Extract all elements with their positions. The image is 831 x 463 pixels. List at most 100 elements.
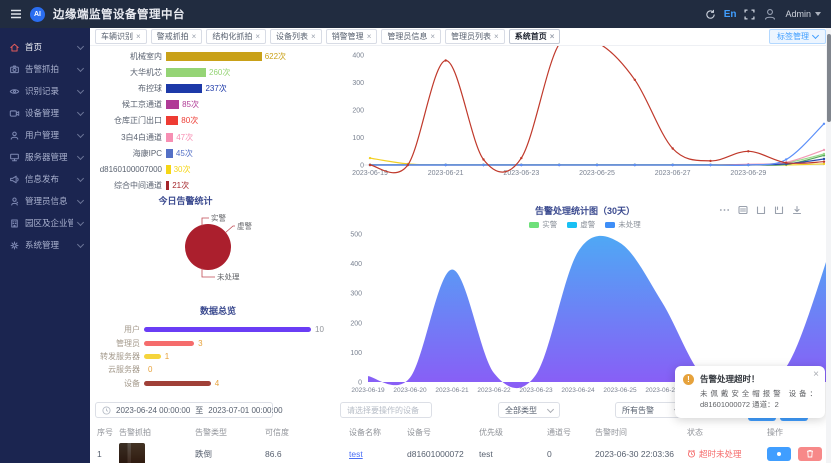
dataview-icon[interactable]	[738, 205, 748, 215]
close-icon[interactable]: ×	[192, 33, 197, 41]
fullscreen-icon[interactable]	[744, 9, 755, 20]
chevron-down-icon	[77, 86, 84, 93]
tab-6[interactable]: 管理员列表 ×	[445, 29, 505, 44]
refresh-icon[interactable]	[705, 9, 716, 20]
bar-row[interactable]: 机械室内 622次	[94, 48, 336, 64]
sidebar-item-7[interactable]: 管理员信息	[0, 190, 90, 212]
download-icon[interactable]	[792, 205, 802, 215]
close-icon[interactable]: ×	[430, 33, 435, 41]
bar-category-label: 大华机芯	[94, 67, 166, 78]
sidebar-item-label: 服务器管理	[25, 151, 73, 163]
bar	[166, 68, 206, 77]
bar-row[interactable]: 海康IPC 45次	[94, 145, 336, 161]
sidebar-item-0[interactable]: 首页	[0, 36, 90, 58]
alarm-type: 跌倒	[193, 441, 263, 463]
device-select-input[interactable]: 请选择要操作的设备	[340, 402, 432, 418]
sidebar-item-1[interactable]: 告警抓拍	[0, 58, 90, 80]
bar-row[interactable]: 布控球 237次	[94, 80, 336, 96]
legend-item[interactable]: 实警	[529, 219, 557, 230]
device-name-link[interactable]: test	[349, 449, 363, 459]
overview-value: 3	[198, 339, 202, 348]
svg-text:2023-06-20: 2023-06-20	[393, 387, 427, 394]
user-menu[interactable]: Admin	[785, 9, 821, 19]
language-toggle[interactable]: En	[724, 9, 737, 20]
tab-3[interactable]: 设备列表 ×	[270, 29, 322, 44]
more-icon[interactable]	[719, 205, 730, 215]
tab-4[interactable]: 销警管理 ×	[326, 29, 378, 44]
overview-category-label: 设备	[90, 378, 144, 389]
chevron-down-icon	[77, 240, 84, 247]
legend-swatch	[529, 222, 539, 228]
sidebar-item-9[interactable]: 系统管理	[0, 234, 90, 256]
bar-row[interactable]: 综合中间通道 21次	[94, 178, 336, 194]
tab-2[interactable]: 结构化抓拍 ×	[206, 29, 266, 44]
bar-row[interactable]: 候工京通道 85次	[94, 97, 336, 113]
date-range-picker[interactable]: 2023-06-24 00:00:00 至 2023-07-01 00:00:0…	[95, 402, 273, 418]
delete-button[interactable]	[798, 447, 822, 461]
close-icon[interactable]: ×	[550, 33, 555, 41]
alarm-thumbnail[interactable]	[119, 443, 145, 463]
close-icon[interactable]: ×	[367, 33, 372, 41]
sidebar-item-8[interactable]: 园区及企业管理	[0, 212, 90, 234]
status-badge: 超时未处理	[687, 448, 742, 460]
warning-icon: !	[683, 374, 694, 385]
overview-row[interactable]: 设备 4	[90, 377, 346, 390]
alarm-select-value: 所有告警	[622, 405, 654, 416]
overview-title: 数据总览	[90, 304, 346, 317]
app-root: AI 边缘端监管设备管理中台 En Admin 首页 告警抓拍	[0, 0, 831, 463]
overview-row[interactable]: 用户 10	[90, 323, 346, 336]
svg-text:实警: 实警	[211, 213, 226, 223]
bar-row[interactable]: 3白4白通道 47次	[94, 129, 336, 145]
svg-text:0: 0	[358, 380, 362, 387]
overview-bar	[144, 327, 311, 332]
tab-5[interactable]: 管理员信息 ×	[381, 29, 441, 44]
table-header-cell: 设备名称	[347, 424, 405, 441]
svg-text:300: 300	[350, 291, 362, 298]
tab-label: 警戒抓拍	[157, 31, 189, 42]
svg-text:2023-06-27: 2023-06-27	[655, 170, 691, 177]
magic-icon[interactable]	[774, 205, 784, 215]
close-icon[interactable]: ×	[136, 33, 141, 41]
legend-label: 实警	[542, 219, 557, 230]
tag-options-button[interactable]: 标签管理	[769, 29, 826, 44]
overview-row[interactable]: 云服务器 0	[90, 363, 346, 376]
bar-row[interactable]: 大华机芯 260次	[94, 64, 336, 80]
legend-item[interactable]: 虚警	[567, 219, 595, 230]
close-icon[interactable]: ×	[255, 33, 260, 41]
restore-icon[interactable]	[756, 205, 766, 215]
close-icon[interactable]: ×	[494, 33, 499, 41]
toast-title: 告警处理超时！	[700, 373, 817, 385]
sidebar-item-6[interactable]: 信息发布	[0, 168, 90, 190]
view-button[interactable]	[767, 447, 791, 461]
scrollbar-thumb[interactable]	[827, 34, 831, 122]
sidebar-item-4[interactable]: 用户管理	[0, 124, 90, 146]
alarm-table: 序号告警抓拍告警类型可信度设备名称设备号优先级通道号告警时间状态操作 1 跌倒 …	[95, 424, 828, 463]
svg-text:2023-06-23: 2023-06-23	[519, 387, 553, 394]
table-header-cell: 告警时间	[593, 424, 685, 441]
legend-label: 未处理	[618, 219, 641, 230]
avatar[interactable]	[763, 7, 777, 21]
sidebar-item-5[interactable]: 服务器管理	[0, 146, 90, 168]
type-select[interactable]: 全部类型	[498, 402, 560, 418]
overview-row[interactable]: 管理员 3	[90, 336, 346, 349]
tab-1[interactable]: 警戒抓拍 ×	[151, 29, 203, 44]
tab-0[interactable]: 车辆识别 ×	[95, 29, 147, 44]
user-name: Admin	[785, 9, 811, 19]
area-chart-legend: 实警 虚警 未处理	[340, 219, 830, 230]
close-icon[interactable]: ×	[311, 33, 316, 41]
vertical-scrollbar[interactable]	[826, 28, 831, 463]
legend-item[interactable]: 未处理	[605, 219, 641, 230]
bar-row[interactable]: d8160100007000 30次	[94, 161, 336, 177]
chevron-down-icon	[77, 42, 84, 49]
tab-7[interactable]: 系统首页 ×	[509, 29, 561, 44]
camera-icon	[9, 64, 20, 75]
bar	[166, 165, 171, 174]
bar-row[interactable]: 仓库正门出口 80次	[94, 113, 336, 129]
sidebar-item-2[interactable]: 识别记录	[0, 80, 90, 102]
hamburger-menu-icon[interactable]	[10, 9, 22, 19]
overview-row[interactable]: 转发服务器 1	[90, 350, 346, 363]
sidebar-item-3[interactable]: 设备管理	[0, 102, 90, 124]
close-icon[interactable]: ×	[813, 370, 819, 380]
tab-label: 系统首页	[515, 31, 547, 42]
sidebar-item-label: 园区及企业管理	[25, 217, 73, 229]
